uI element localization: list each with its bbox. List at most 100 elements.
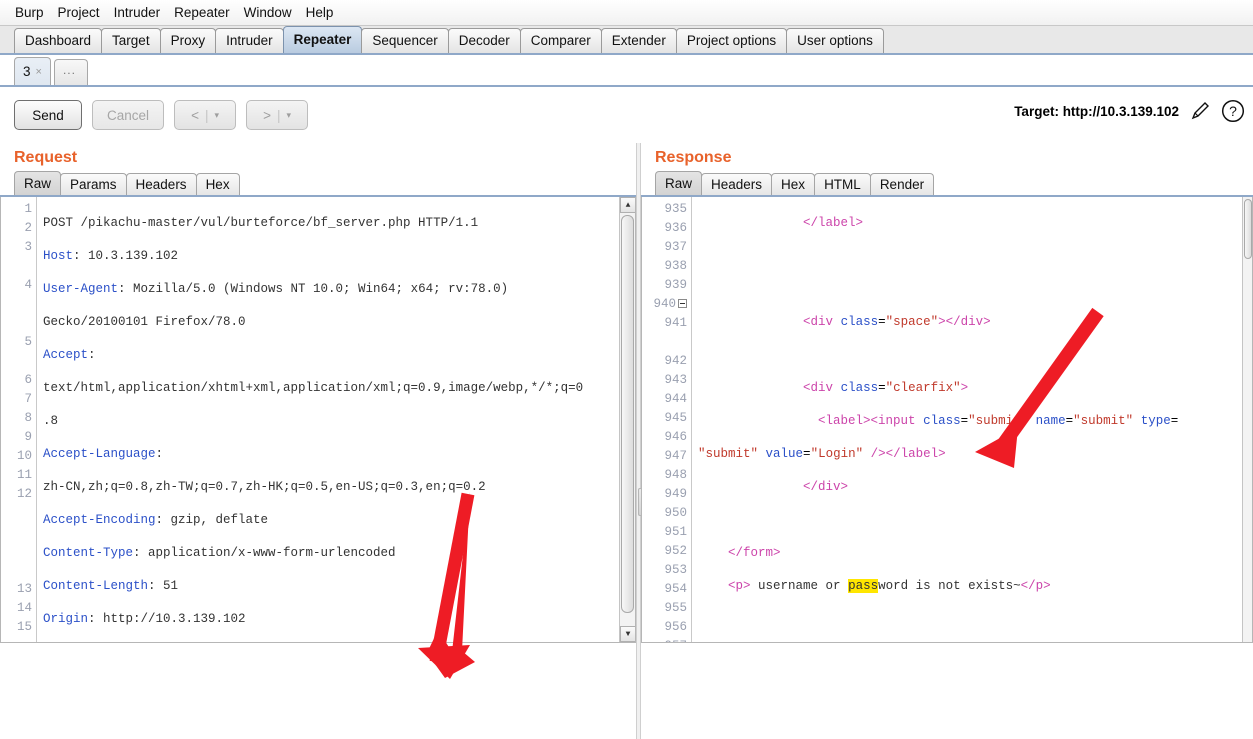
- tab-sequencer[interactable]: Sequencer: [361, 28, 449, 53]
- line-number: 3: [24, 240, 32, 254]
- repeater-tab-label: 3: [23, 64, 31, 79]
- line-number: 951: [664, 525, 687, 539]
- line-number: 941: [664, 316, 687, 330]
- line-number: 943: [664, 373, 687, 387]
- line-number: 1: [24, 202, 32, 216]
- response-editor[interactable]: 935 936 937 938 939 940 941 942 943 944 945 946 947 9…: [641, 197, 1253, 643]
- line-number: 945: [664, 411, 687, 425]
- target-label: Target: http://10.3.139.102: [1014, 103, 1179, 119]
- request-tab-strip: Raw Params Headers Hex: [0, 171, 636, 197]
- request-tab-hex[interactable]: Hex: [195, 173, 240, 195]
- response-tab-strip: Raw Headers Hex HTML Render: [641, 171, 1253, 197]
- repeater-tab-strip: 3 × ...: [0, 55, 1253, 87]
- tab-intruder[interactable]: Intruder: [215, 28, 284, 53]
- response-title: Response: [655, 149, 732, 166]
- line-number: 10: [16, 449, 32, 463]
- menu-item-help[interactable]: Help: [299, 3, 341, 22]
- line-number: 6: [24, 373, 32, 387]
- target-area: Target: http://10.3.139.102 ?: [1014, 99, 1245, 123]
- repeater-tab-new[interactable]: ...: [53, 59, 88, 85]
- request-code[interactable]: POST /pikachu-master/vul/burteforce/bf_s…: [37, 197, 635, 642]
- request-title: Request: [14, 149, 78, 166]
- help-icon[interactable]: ?: [1221, 99, 1245, 123]
- line-number: 939: [664, 278, 687, 292]
- line-number: 950: [664, 506, 687, 520]
- response-tab-hex[interactable]: Hex: [771, 173, 816, 195]
- menu-item-repeater[interactable]: Repeater: [167, 3, 237, 22]
- tab-decoder[interactable]: Decoder: [447, 28, 521, 53]
- line-number: [1, 542, 32, 561]
- scroll-up-icon[interactable]: ▲: [620, 197, 635, 213]
- line-number: 942: [664, 354, 687, 368]
- request-pane: Request Raw Params Headers Hex 123456789…: [0, 143, 636, 739]
- line-number: 957: [642, 637, 687, 642]
- tab-user-options[interactable]: User options: [786, 28, 884, 53]
- menu-item-window[interactable]: Window: [237, 3, 299, 22]
- line-number: 947: [664, 449, 687, 463]
- line-number: 956: [664, 620, 687, 634]
- response-tab-render[interactable]: Render: [869, 173, 935, 195]
- line-number: 935: [664, 202, 687, 216]
- chevron-down-icon[interactable]: ▾: [214, 110, 219, 121]
- response-line-numbers: 935 936 937 938 939 940 941 942 943 944 945 946 947 9…: [642, 197, 692, 642]
- tab-project-options[interactable]: Project options: [675, 28, 788, 53]
- tab-target[interactable]: Target: [101, 28, 161, 53]
- response-code[interactable]: </label> <div class="space"></div> <div …: [692, 197, 1252, 642]
- line-number: 4: [24, 278, 32, 292]
- response-tab-raw[interactable]: Raw: [655, 171, 703, 195]
- tab-comparer[interactable]: Comparer: [519, 28, 602, 53]
- response-pane: Response Raw Headers Hex HTML Render 935…: [641, 143, 1253, 739]
- line-number: 946: [664, 430, 687, 444]
- line-number: [1, 561, 32, 580]
- tab-proxy[interactable]: Proxy: [159, 28, 217, 53]
- response-tab-headers[interactable]: Headers: [701, 173, 773, 195]
- line-number: 949: [664, 487, 687, 501]
- request-tab-params[interactable]: Params: [60, 173, 127, 195]
- request-editor[interactable]: 1 2 3 4 5 6 7 8 9 10 11 12 13 14 15 POST /pikachu-mast…: [0, 197, 636, 643]
- request-vertical-scrollbar[interactable]: ▲ ▼: [619, 197, 635, 642]
- line-number: 7: [24, 392, 32, 406]
- line-number: [1, 523, 32, 542]
- menu-item-project[interactable]: Project: [51, 3, 107, 22]
- tab-repeater[interactable]: Repeater: [282, 26, 363, 53]
- line-number: 955: [664, 601, 687, 615]
- send-button[interactable]: Send: [14, 100, 82, 130]
- scroll-thumb[interactable]: [1244, 199, 1252, 259]
- back-arrow-icon: <: [191, 107, 199, 123]
- line-number: 954: [664, 582, 687, 596]
- response-tab-html[interactable]: HTML: [814, 173, 871, 195]
- menu-item-burp[interactable]: Burp: [8, 3, 51, 22]
- line-number: [1, 504, 32, 523]
- menu-item-intruder[interactable]: Intruder: [107, 3, 168, 22]
- tab-dashboard[interactable]: Dashboard: [14, 28, 103, 53]
- line-number: 8: [24, 411, 32, 425]
- scroll-thumb[interactable]: [621, 215, 634, 613]
- line-number: 5: [24, 335, 32, 349]
- line-number: 937: [664, 240, 687, 254]
- scroll-down-icon[interactable]: ▼: [620, 626, 635, 642]
- chevron-down-icon[interactable]: ▾: [286, 110, 291, 121]
- line-number: 12: [16, 487, 32, 501]
- close-icon[interactable]: ×: [36, 66, 42, 78]
- line-number: 936: [664, 221, 687, 235]
- line-number: 9: [24, 430, 32, 444]
- menu-bar: Burp Project Intruder Repeater Window He…: [0, 0, 1253, 26]
- button-separator: |: [204, 107, 209, 123]
- line-number: 2: [24, 221, 32, 235]
- editor-panes: Request Raw Params Headers Hex 123456789…: [0, 143, 1253, 739]
- fold-toggle-icon[interactable]: [678, 299, 687, 309]
- line-number: 15: [16, 620, 32, 634]
- back-button[interactable]: < | ▾: [174, 100, 237, 130]
- line-number: [1, 257, 32, 276]
- response-vertical-scrollbar[interactable]: [1242, 197, 1252, 642]
- pencil-icon[interactable]: [1189, 100, 1211, 122]
- forward-arrow-icon: >: [263, 107, 271, 123]
- main-tab-strip: Dashboard Target Proxy Intruder Repeater…: [0, 26, 1253, 55]
- forward-button[interactable]: > | ▾: [246, 100, 309, 130]
- line-number: 13: [16, 582, 32, 596]
- line-number: 14: [16, 601, 32, 615]
- tab-extender[interactable]: Extender: [600, 28, 677, 53]
- request-tab-raw[interactable]: Raw: [14, 171, 62, 195]
- repeater-tab-3[interactable]: 3 ×: [14, 57, 51, 85]
- request-tab-headers[interactable]: Headers: [125, 173, 197, 195]
